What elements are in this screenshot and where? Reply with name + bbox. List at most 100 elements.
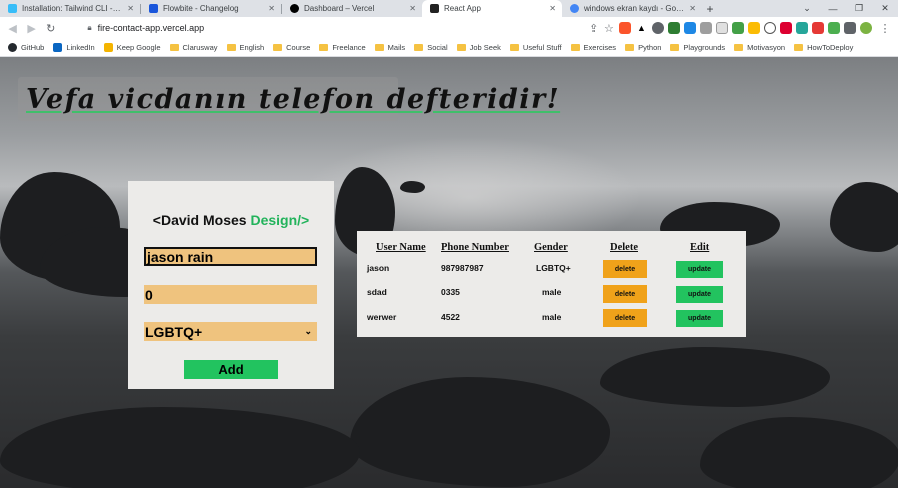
update-button[interactable]: update xyxy=(676,261,723,278)
contact-form: <David Moses Design/> jason rain 0 LGBTQ… xyxy=(128,181,334,389)
extension-icon[interactable] xyxy=(828,22,840,34)
add-button[interactable]: Add xyxy=(184,360,278,379)
new-tab-button[interactable]: + xyxy=(702,0,718,17)
profile-avatar-icon[interactable] xyxy=(860,22,872,34)
folder-icon xyxy=(794,44,804,51)
bookmark-folder[interactable]: Mails xyxy=(374,43,406,52)
browser-tab[interactable]: Flowbite - Changelog ✕ xyxy=(141,0,281,17)
browser-tab[interactable]: Dashboard – Vercel ✕ xyxy=(282,0,422,17)
bookmark-keep[interactable]: Keep Google xyxy=(103,43,161,52)
bookmark-folder[interactable]: English xyxy=(226,43,264,52)
bookmark-folder[interactable]: Python xyxy=(625,43,661,52)
cell-gender: LGBTQ+ xyxy=(536,263,571,273)
bookmark-folder[interactable]: Useful Stuff xyxy=(509,43,562,52)
bookmark-label: Social xyxy=(427,43,448,52)
delete-button[interactable]: delete xyxy=(603,260,647,278)
flowbite-icon xyxy=(149,4,158,13)
bookmark-label: Python xyxy=(638,43,662,52)
extension-icons: ⋮ xyxy=(652,19,894,37)
browser-tab[interactable]: windows ekran kaydı - Google'da Ara ✕ xyxy=(562,0,702,17)
extension-icon[interactable] xyxy=(684,22,696,34)
extension-icon[interactable] xyxy=(780,22,792,34)
bookmark-label: Mails xyxy=(387,43,406,52)
close-window-icon[interactable]: ✕ xyxy=(872,0,898,17)
extension-icon[interactable] xyxy=(652,22,664,34)
bookmark-folder[interactable]: Course xyxy=(273,43,310,52)
extensions-puzzle-icon[interactable] xyxy=(844,22,856,34)
browser-tab-active[interactable]: React App ✕ xyxy=(422,0,562,17)
extension-icon[interactable] xyxy=(732,22,744,34)
delete-button[interactable]: delete xyxy=(603,285,647,303)
extension-icon[interactable] xyxy=(812,22,824,34)
bookmarks-bar: GitHub LinkedIn Keep Google Clarusway En… xyxy=(0,39,898,57)
name-input[interactable]: jason rain xyxy=(144,247,317,266)
cell-phone: 4522 xyxy=(441,312,460,322)
tab-title: Installation: Tailwind CLI - Tailwind CS… xyxy=(22,4,123,13)
close-icon[interactable]: ✕ xyxy=(268,4,275,13)
bookmark-label: Keep Google xyxy=(116,43,161,52)
browser-tabstrip: Installation: Tailwind CLI - Tailwind CS… xyxy=(0,0,898,17)
close-icon[interactable]: ✕ xyxy=(689,4,696,13)
menu-kebab-icon[interactable]: ⋮ xyxy=(876,19,894,37)
bookmark-folder[interactable]: Exercises xyxy=(570,43,617,52)
folder-icon xyxy=(625,44,635,51)
bookmark-folder[interactable]: Playgrounds xyxy=(670,43,725,52)
bookmark-folder[interactable]: Clarusway xyxy=(169,43,218,52)
folder-icon xyxy=(570,44,580,51)
gender-select[interactable]: LGBTQ+ ⌄ xyxy=(144,322,317,341)
update-button[interactable]: update xyxy=(676,310,723,327)
tab-search-icon[interactable]: ⌄ xyxy=(794,0,820,17)
forward-icon[interactable]: ▶ xyxy=(23,19,40,37)
column-header-user-name: User Name xyxy=(376,242,426,253)
url-text: fire-contact-app.vercel.app xyxy=(97,23,205,33)
bookmark-folder[interactable]: Job Seek xyxy=(456,43,501,52)
brave-icon[interactable] xyxy=(619,22,631,34)
extension-icon[interactable] xyxy=(796,22,808,34)
cell-phone: 0335 xyxy=(441,287,460,297)
background-rock xyxy=(400,181,425,193)
reload-icon[interactable]: ↻ xyxy=(42,19,59,37)
bookmark-folder[interactable]: Social xyxy=(414,43,448,52)
cell-gender: male xyxy=(542,287,562,297)
delete-button[interactable]: delete xyxy=(603,309,647,327)
extension-icon[interactable] xyxy=(716,22,728,34)
bookmark-label: Course xyxy=(286,43,311,52)
background-rock xyxy=(700,417,898,488)
bookmark-star-icon[interactable]: ☆ xyxy=(600,19,617,37)
folder-icon xyxy=(374,44,384,51)
browser-tab[interactable]: Installation: Tailwind CLI - Tailwind CS… xyxy=(0,0,140,17)
bookmark-folder[interactable]: Freelance xyxy=(319,43,366,52)
bookmark-folder[interactable]: HowToDeploy xyxy=(794,43,853,52)
bookmark-label: Exercises xyxy=(583,43,617,52)
phone-input[interactable]: 0 xyxy=(144,285,317,304)
react-icon xyxy=(430,4,439,13)
share-icon[interactable]: ⇪ xyxy=(589,22,598,35)
extension-icon[interactable] xyxy=(700,22,712,34)
tailwind-icon xyxy=(8,4,17,13)
bookmark-linkedin[interactable]: LinkedIn xyxy=(53,43,95,52)
address-bar[interactable]: 🔒︎ fire-contact-app.vercel.app xyxy=(81,20,457,37)
folder-icon xyxy=(273,44,283,51)
background-rock xyxy=(600,347,830,407)
maximize-icon[interactable]: ❐ xyxy=(846,0,872,17)
extension-icon[interactable] xyxy=(764,22,776,34)
vercel-ext-icon[interactable]: ▲ xyxy=(633,19,650,37)
close-icon[interactable]: ✕ xyxy=(127,4,134,13)
column-header-phone-number: Phone Number xyxy=(441,242,509,253)
folder-icon xyxy=(734,44,744,51)
minimize-icon[interactable]: — xyxy=(820,0,846,17)
gender-select-value: LGBTQ+ xyxy=(145,323,203,340)
update-button[interactable]: update xyxy=(676,286,723,303)
bookmark-label: HowToDeploy xyxy=(807,43,854,52)
close-icon[interactable]: ✕ xyxy=(549,4,556,13)
lock-icon[interactable]: 🔒︎ xyxy=(87,23,91,33)
back-icon[interactable]: ◀ xyxy=(4,19,21,37)
browser-toolbar: ◀ ▶ ↻ 🔒︎ fire-contact-app.vercel.app ⇪ ☆… xyxy=(0,17,898,39)
bookmark-github[interactable]: GitHub xyxy=(8,43,44,52)
bookmark-label: Motivasyon xyxy=(747,43,786,52)
bookmark-folder[interactable]: Motivasyon xyxy=(734,43,785,52)
close-icon[interactable]: ✕ xyxy=(409,4,416,13)
cell-user-name: sdad xyxy=(367,287,387,297)
extension-icon[interactable] xyxy=(668,22,680,34)
extension-icon[interactable] xyxy=(748,22,760,34)
